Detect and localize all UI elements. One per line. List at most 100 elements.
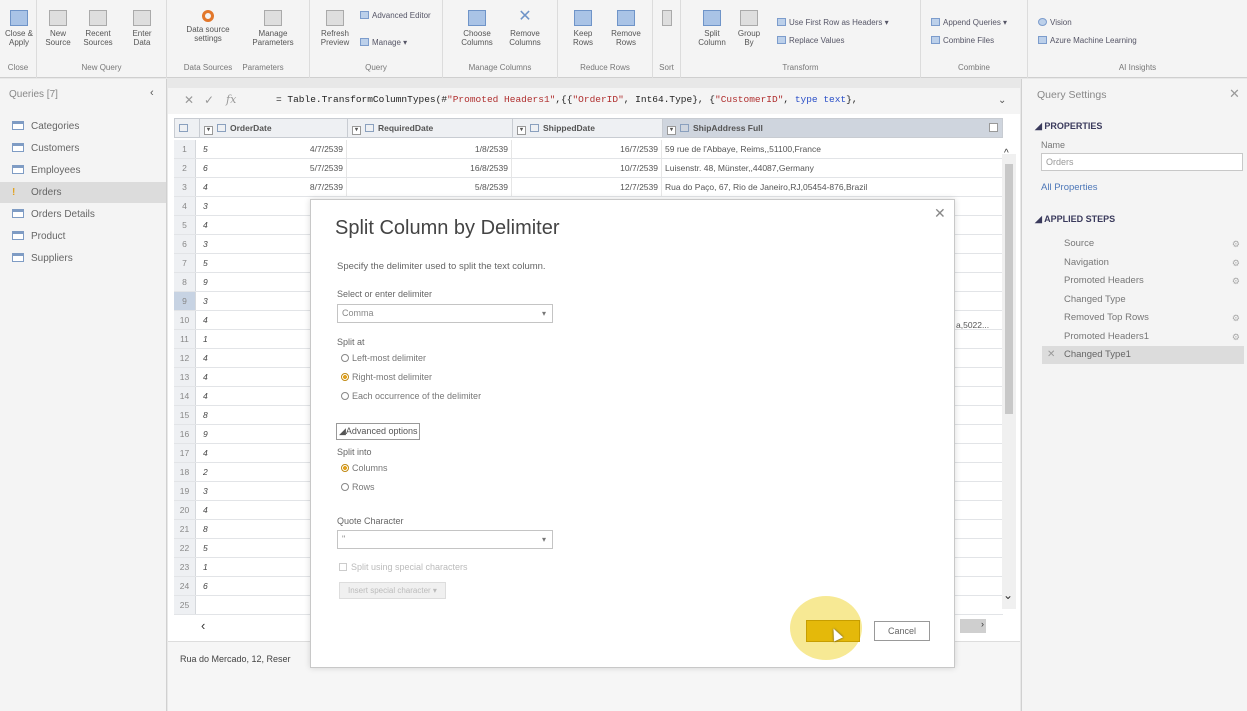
applied-step[interactable]: Promoted Headers1 ⚙ bbox=[1042, 328, 1244, 346]
cell-orderdate[interactable]: 5/7/2539 bbox=[224, 159, 347, 177]
split-into-radio[interactable]: Rows bbox=[341, 482, 375, 492]
query-item[interactable]: Categories bbox=[0, 116, 166, 137]
cell-employee-id[interactable]: 3 bbox=[199, 197, 224, 215]
manage-button[interactable]: Manage ▾ bbox=[360, 38, 407, 47]
row-number[interactable]: 20 bbox=[174, 501, 196, 519]
cell-employee-id[interactable]: 9 bbox=[199, 273, 224, 291]
column-header-requireddate[interactable]: ▾ RequiredDate bbox=[348, 119, 513, 137]
applied-steps-section-header[interactable]: ◢ APPLIED STEPS bbox=[1035, 214, 1115, 225]
special-characters-checkbox[interactable]: Split using special characters bbox=[339, 562, 468, 572]
cell-employee-id[interactable]: 4 bbox=[199, 387, 224, 405]
row-number[interactable]: 6 bbox=[174, 235, 196, 253]
split-column-button[interactable]: Split Column bbox=[695, 10, 729, 47]
cell-requireddate[interactable]: 16/8/2539 bbox=[347, 159, 512, 177]
group-by-button[interactable]: Group By bbox=[733, 10, 765, 47]
applied-step[interactable]: Source ⚙ bbox=[1042, 235, 1244, 253]
table-row[interactable]: 2 6 5/7/2539 16/8/2539 10/7/2539 Luisenstr. 4… bbox=[174, 159, 1003, 178]
cell-employee-id[interactable]: 5 bbox=[199, 254, 224, 272]
row-number[interactable]: 25 bbox=[174, 596, 196, 614]
close-icon[interactable]: ✕ bbox=[1229, 86, 1240, 102]
row-number[interactable]: 18 bbox=[174, 463, 196, 481]
combine-files-button[interactable]: Combine Files bbox=[931, 36, 994, 45]
row-number[interactable]: 16 bbox=[174, 425, 196, 443]
split-into-radio[interactable]: Columns bbox=[341, 463, 388, 473]
checkbox-box[interactable] bbox=[339, 563, 347, 571]
scroll-right-icon[interactable]: › bbox=[960, 619, 986, 633]
cell-employee-id[interactable]: 8 bbox=[199, 520, 224, 538]
gear-icon[interactable]: ⚙ bbox=[1232, 328, 1240, 346]
delete-step-icon[interactable]: ✕ bbox=[1047, 346, 1055, 364]
choose-columns-button[interactable]: Choose Columns bbox=[455, 10, 499, 47]
cell-shippeddate[interactable]: 10/7/2539 bbox=[512, 159, 662, 177]
table-row[interactable]: 1 5 4/7/2539 1/8/2539 16/7/2539 59 rue de l'A… bbox=[174, 140, 1003, 159]
cell-shipaddress[interactable]: 59 rue de l'Abbaye, Reims,,51100,France bbox=[662, 140, 1002, 158]
applied-step[interactable]: Changed Type bbox=[1042, 291, 1244, 309]
cell-shipaddress[interactable]: Luisenstr. 48, Münster,,44087,Germany bbox=[662, 159, 1002, 177]
column-header-shipaddress-full[interactable]: ▾ ShipAddress Full bbox=[663, 119, 1002, 137]
row-number[interactable]: 12 bbox=[174, 349, 196, 367]
cancel-button[interactable]: Cancel bbox=[874, 621, 930, 641]
split-at-radio[interactable]: Right-most delimiter bbox=[341, 372, 432, 382]
cell-employee-id[interactable]: 1 bbox=[199, 330, 224, 348]
query-name-field[interactable] bbox=[1041, 153, 1243, 171]
split-at-radio[interactable]: Left-most delimiter bbox=[341, 353, 426, 363]
cell-employee-id[interactable]: 8 bbox=[199, 406, 224, 424]
quote-character-select[interactable]: " ▾ bbox=[337, 530, 553, 549]
cell-employee-id[interactable]: 1 bbox=[199, 558, 224, 576]
column-header-shippeddate[interactable]: ▾ ShippedDate bbox=[513, 119, 663, 137]
row-number[interactable]: 4 bbox=[174, 197, 196, 215]
row-number[interactable]: 14 bbox=[174, 387, 196, 405]
query-item[interactable]: Suppliers bbox=[0, 248, 166, 269]
delimiter-select[interactable]: Comma ▾ bbox=[337, 304, 553, 323]
date-type-icon[interactable] bbox=[365, 124, 374, 132]
data-source-settings-button[interactable]: Data source settings bbox=[183, 10, 233, 43]
applied-step[interactable]: ✕ Changed Type1 bbox=[1042, 346, 1244, 364]
cell-employee-id[interactable]: 6 bbox=[199, 159, 224, 177]
applied-step[interactable]: Removed Top Rows ⚙ bbox=[1042, 309, 1244, 327]
row-number[interactable]: 11 bbox=[174, 330, 196, 348]
query-item[interactable]: Orders Details bbox=[0, 204, 166, 225]
enter-data-button[interactable]: Enter Data bbox=[123, 10, 161, 47]
row-number[interactable]: 23 bbox=[174, 558, 196, 576]
split-at-radio[interactable]: Each occurrence of the delimiter bbox=[341, 391, 481, 401]
new-source-button[interactable]: New Source bbox=[41, 10, 75, 47]
use-first-row-headers-button[interactable]: Use First Row as Headers ▾ bbox=[777, 18, 889, 27]
cell-employee-id[interactable]: 5 bbox=[199, 140, 224, 158]
cell-employee-id[interactable]: 4 bbox=[199, 178, 224, 196]
cell-employee-id[interactable]: 3 bbox=[199, 482, 224, 500]
cell-employee-id[interactable]: 3 bbox=[199, 235, 224, 253]
row-number[interactable]: 2 bbox=[174, 159, 196, 177]
vision-button[interactable]: Vision bbox=[1038, 18, 1072, 27]
cell-employee-id[interactable]: 3 bbox=[199, 292, 224, 310]
sort-button[interactable] bbox=[658, 10, 676, 29]
refresh-preview-button[interactable]: Refresh Preview bbox=[318, 10, 352, 47]
row-number[interactable]: 7 bbox=[174, 254, 196, 272]
replace-values-button[interactable]: Replace Values bbox=[777, 36, 844, 45]
row-number[interactable]: 19 bbox=[174, 482, 196, 500]
cancel-formula-icon[interactable]: ✕ bbox=[184, 93, 194, 107]
filter-dropdown-icon[interactable]: ▾ bbox=[204, 126, 213, 135]
all-properties-link[interactable]: All Properties bbox=[1041, 182, 1098, 193]
row-number[interactable]: 5 bbox=[174, 216, 196, 234]
cell-employee-id[interactable]: 4 bbox=[199, 501, 224, 519]
collapse-pane-icon[interactable]: ‹ bbox=[150, 87, 154, 99]
applied-step[interactable]: Navigation ⚙ bbox=[1042, 254, 1244, 272]
row-number[interactable]: 10 bbox=[174, 311, 196, 329]
row-number[interactable]: 22 bbox=[174, 539, 196, 557]
row-number[interactable]: 9 bbox=[174, 292, 196, 310]
cell-employee-id[interactable]: 5 bbox=[199, 539, 224, 557]
query-item[interactable]: Employees bbox=[0, 160, 166, 181]
filter-dropdown-icon[interactable]: ▾ bbox=[517, 126, 526, 135]
advanced-options-toggle[interactable]: ◢Advanced options bbox=[336, 423, 421, 440]
radio-icon[interactable] bbox=[341, 373, 349, 381]
column-header-orderdate[interactable]: ▾ OrderDate bbox=[200, 119, 348, 137]
row-number[interactable]: 13 bbox=[174, 368, 196, 386]
confirm-formula-icon[interactable]: ✓ bbox=[204, 93, 214, 107]
properties-section-header[interactable]: ◢ PROPERTIES bbox=[1035, 121, 1102, 132]
expand-formula-icon[interactable]: ⌄ bbox=[998, 95, 1006, 106]
cell-orderdate[interactable]: 8/7/2539 bbox=[224, 178, 347, 196]
cell-requireddate[interactable]: 5/8/2539 bbox=[347, 178, 512, 196]
cell-employee-id[interactable]: 6 bbox=[199, 577, 224, 595]
close-apply-button[interactable]: Close & Apply bbox=[3, 10, 35, 47]
scroll-down-icon[interactable]: ⌄ bbox=[1003, 588, 1013, 602]
